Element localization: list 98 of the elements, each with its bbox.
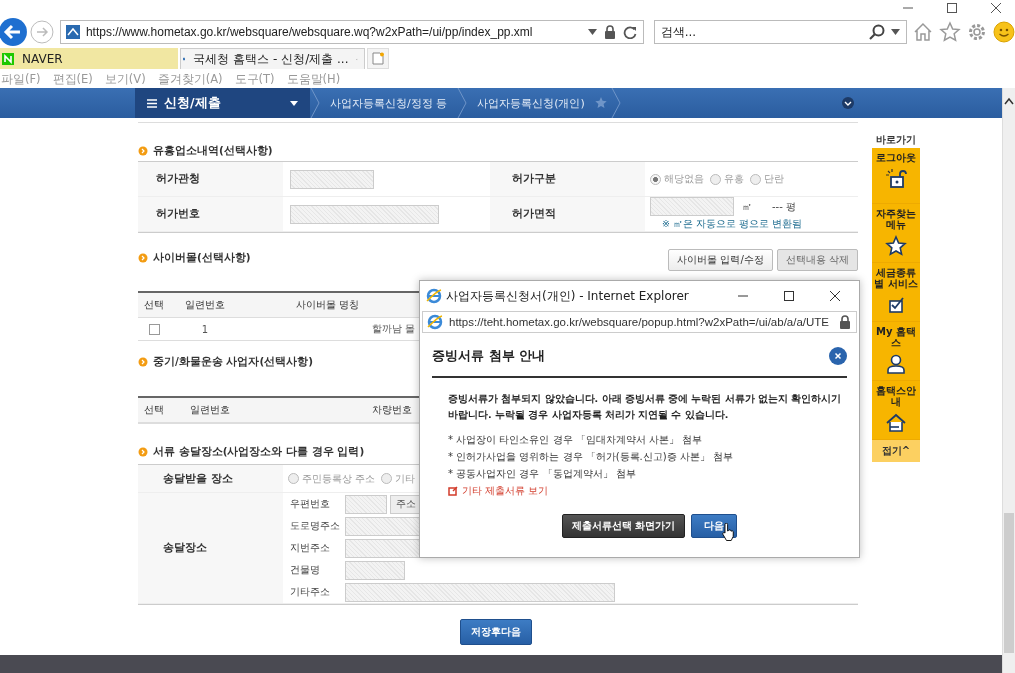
maximize-icon[interactable] (783, 290, 795, 302)
search-box[interactable]: 검색... (653, 20, 908, 44)
browser-icon (427, 314, 443, 330)
list-item: * 인허가사업을 영위하는 경우 「허가(등록.신고)증 사본」 첨부 (448, 450, 735, 464)
address-field: https://teht.hometax.go.kr/websquare/popup.html?w2xPath=/ui/ab/a/a/UTE (449, 316, 832, 328)
text-field[interactable] (345, 582, 615, 602)
section-title: 사이버몰(선택사항) (153, 251, 251, 265)
hand-cursor-icon (722, 523, 735, 541)
field-label: 허가번호 (138, 197, 283, 232)
action-button[interactable]: 사이버몰 입력/수정 (668, 249, 773, 271)
menu-icon (147, 98, 157, 108)
list-item: * 사업장이 타인소유인 경우 「임대차계약서 사본」 첨부 (448, 433, 704, 447)
chevron-icon (457, 88, 468, 118)
pyeong-value: --- 평 (772, 199, 796, 214)
text-field[interactable] (345, 494, 387, 514)
column-header: 선택 (143, 298, 165, 312)
field-label: 기타주소 (290, 585, 331, 599)
tab-label[interactable]: NAVER (22, 51, 172, 66)
new-tab-button[interactable] (367, 48, 389, 69)
checkbox[interactable] (148, 323, 160, 335)
unit-label: ㎡ (742, 199, 752, 214)
maximize-icon[interactable] (946, 2, 958, 14)
breadcrumb-link[interactable]: 사업자등록신청(개인) (467, 95, 595, 111)
table-cell: 할까남 몰 (371, 322, 415, 336)
window-title: 사업자등록신청서(개인) - Internet Explorer (446, 287, 690, 305)
scroll-up-icon[interactable] (1003, 96, 1015, 106)
breadcrumb-link[interactable]: 사업자등록신청/정정 등 (320, 95, 458, 111)
lock-icon (838, 314, 852, 330)
dropdown-icon[interactable] (891, 29, 901, 35)
address-field[interactable]: https://www.hometax.go.kr/websquare/websquare.wq?w2xPath=/ui/pp/index_pp.xml (85, 25, 582, 39)
lock-icon (602, 24, 617, 40)
field-label: 건물명 (290, 563, 321, 577)
conversion-note: ※ ㎡은 자동으로 평으로 변환됨 (661, 218, 803, 231)
caret-icon (290, 100, 298, 106)
quick-menu-title: 바로가기 (875, 133, 917, 147)
column-header: 일련번호 (189, 403, 231, 417)
column-header: 사이버몰 명칭 (294, 298, 361, 312)
menu-dropdown[interactable]: 신청/제출 (135, 88, 310, 118)
tab-label[interactable]: 국세청 홈택스 - 신청/제출 ... (193, 50, 349, 68)
star-icon[interactable] (939, 21, 962, 43)
chevron-icon (610, 88, 621, 118)
dropdown-icon[interactable] (587, 29, 597, 35)
back-icon[interactable] (0, 17, 28, 47)
star-icon[interactable] (594, 97, 607, 109)
field-label: 허가관청 (138, 162, 283, 197)
new-tab-icon (372, 52, 384, 65)
field-label: 도로명주소 (290, 519, 341, 533)
column-header: 선택 (143, 403, 165, 417)
field-label: 송달받을 장소 (138, 465, 283, 493)
scrollbar[interactable] (1002, 88, 1015, 673)
notice-message: 증빙서류가 첨부되지 않았습니다. 아래 증빙서류 중에 누락된 서류가 없는지 확인하시기 바랍니다. 누락될 경우 사업자등록 처리가 지연될 수 있습니다. (447, 392, 843, 422)
bullet-icon (138, 447, 148, 457)
section-title: 중기/화물운송 사업자(선택사항) (153, 355, 314, 369)
list-item: * 공동사업자인 경우 「동업계약서」 첨부 (448, 467, 637, 481)
bullet-icon (138, 357, 148, 367)
column-header: 차량번호 (371, 403, 412, 417)
text-field[interactable] (290, 204, 439, 224)
save-next-button[interactable]: 저장후다음 (460, 619, 532, 645)
search-field[interactable]: 검색... (660, 23, 864, 41)
dialog-title: 증빙서류 첨부 안내 (432, 347, 546, 365)
search-icon[interactable] (869, 24, 886, 40)
refresh-icon[interactable] (622, 25, 637, 39)
text-field[interactable] (290, 169, 374, 189)
field-label: 지번주소 (290, 541, 331, 555)
bullet-icon (138, 146, 148, 156)
document-link[interactable]: 기타 제출서류 보기 (462, 484, 549, 498)
quick-menu-item[interactable]: 홈택스안내 (872, 381, 920, 440)
browser-tab[interactable]: NAVER (0, 48, 178, 69)
dialog-button[interactable]: 다음 (691, 514, 738, 538)
browser-tab[interactable]: 국세청 홈택스 - 신청/제출 ... (180, 48, 365, 69)
address-bar[interactable]: https://www.hometax.go.kr/websquare/websquare.wq?w2xPath=/ui/pp/index_pp.xml (59, 20, 644, 44)
quick-menu-item[interactable]: My 홈택스 (872, 322, 920, 381)
dialog-button[interactable]: 제출서류선택 화면가기 (561, 514, 686, 538)
field-label: 송달장소 (138, 493, 283, 604)
browser-icon (426, 288, 442, 304)
quick-menu-item[interactable]: 세금종류별 서비스 (872, 263, 920, 322)
quick-menu-item[interactable]: 자주찾는 메뉴 (872, 204, 920, 263)
scrollbar-thumb[interactable] (1004, 513, 1014, 653)
expand-icon[interactable] (842, 97, 854, 109)
text-field[interactable] (650, 197, 734, 216)
field-label: 허가면적 (490, 197, 645, 232)
star-icon (885, 235, 907, 257)
section-title: 서류 송달장소(사업장소와 다를 경우 입력) (153, 445, 365, 459)
quick-menu-item[interactable]: 로그아웃 (872, 148, 920, 204)
column-header: 일련번호 (184, 298, 226, 312)
field-label: 허가구분 (490, 162, 645, 197)
text-field[interactable] (345, 560, 405, 580)
collapse-button[interactable]: 접기^ (872, 440, 920, 462)
bullet-icon (138, 253, 148, 263)
house-icon (885, 412, 907, 434)
link-icon (448, 486, 458, 496)
chevron-icon (310, 88, 320, 118)
table-cell: 1 (201, 323, 209, 335)
section-title: 유흥업소내역(선택사항) (153, 144, 273, 158)
smiley-icon[interactable] (993, 21, 1015, 43)
lock-icon (885, 168, 907, 190)
person-icon (885, 353, 907, 375)
field-label: 우편번호 (290, 497, 331, 511)
